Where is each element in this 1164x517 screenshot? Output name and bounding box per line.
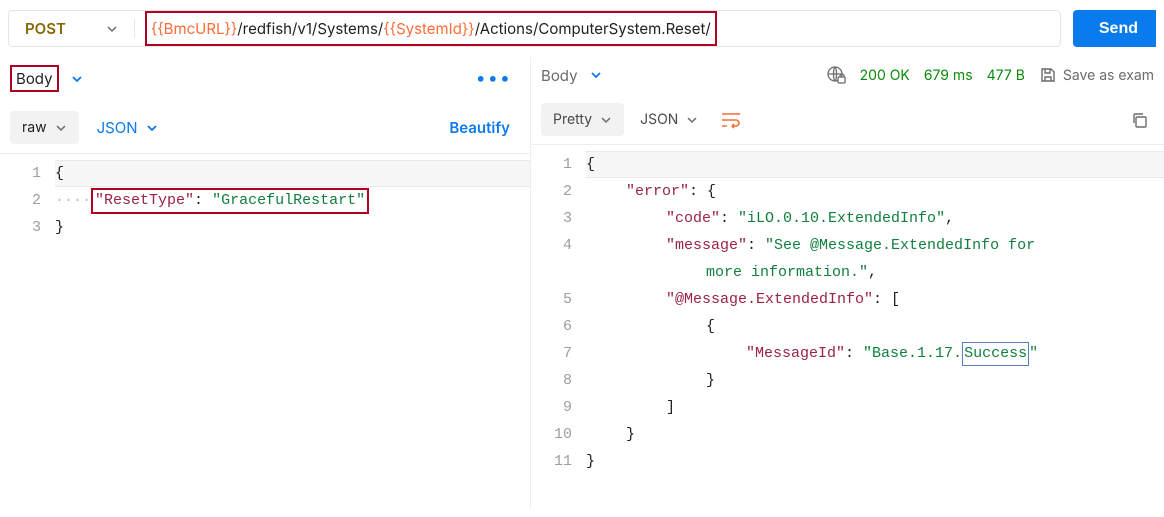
line-number: 3	[0, 214, 41, 241]
line-number: 1	[0, 160, 41, 187]
response-lang-select[interactable]: JSON	[636, 103, 702, 136]
save-label: Save as exam	[1063, 67, 1154, 84]
beautify-button[interactable]: Beautify	[449, 118, 520, 137]
save-as-example-button[interactable]: Save as exam	[1039, 66, 1154, 84]
chevron-down-icon	[55, 122, 67, 134]
url-path-2: /Actions/ComputerSystem.Reset/	[475, 19, 711, 38]
code-area[interactable]: { "error": { "code": "iLO.0.10.ExtendedI…	[586, 145, 1164, 508]
http-method-select[interactable]: POST	[9, 11, 134, 46]
copy-icon[interactable]	[1130, 110, 1154, 128]
success-highlight: Success	[962, 342, 1029, 366]
response-body-editor[interactable]: 1 2 3 4 5 6 7 8 9 10 11 { "error": { "co…	[531, 144, 1164, 508]
code-area[interactable]: { ····"ResetType": "GracefulRestart" }	[55, 154, 530, 508]
url-var-bmc: {{BmcURL}}	[151, 19, 237, 38]
tab-body[interactable]: Body	[541, 66, 578, 85]
body-lang-select[interactable]: JSON	[91, 110, 164, 145]
line-number: 7	[531, 340, 572, 367]
body-type-label: raw	[22, 119, 47, 136]
request-panel: Body ••• raw JSON Beautify 1 2 3	[0, 57, 530, 508]
request-body-editor[interactable]: 1 2 3 { ····"ResetType": "GracefulRestar…	[0, 153, 530, 508]
response-time: 679 ms	[924, 67, 973, 84]
line-number: 5	[531, 286, 572, 313]
save-icon	[1039, 66, 1057, 84]
response-status: 200 OK 679 ms 477 B Save as exam	[826, 65, 1154, 85]
indent-guide: ····	[55, 192, 91, 209]
brace: }	[55, 219, 64, 236]
send-button[interactable]: Send	[1073, 10, 1156, 47]
view-mode-select[interactable]: Pretty	[541, 103, 624, 136]
request-body-toolbar: raw JSON Beautify	[0, 102, 530, 153]
request-body-highlight: "ResetType": "GracefulRestart"	[91, 188, 369, 214]
tab-body[interactable]: Body	[10, 65, 59, 92]
line-number: 8	[531, 367, 572, 394]
chevron-down-icon[interactable]	[590, 69, 602, 81]
split-columns: Body ••• raw JSON Beautify 1 2 3	[0, 57, 1164, 508]
line-gutter: 1 2 3 4 5 6 7 8 9 10 11	[531, 145, 586, 508]
http-method-label: POST	[25, 19, 66, 38]
chevron-down-icon[interactable]	[71, 73, 83, 85]
body-type-select[interactable]: raw	[10, 111, 79, 144]
chevron-down-icon	[686, 114, 698, 126]
url-highlight-box: {{BmcURL}}/redfish/v1/Systems/{{SystemId…	[145, 11, 717, 46]
line-number: 3	[531, 205, 572, 232]
request-bar: POST {{BmcURL}}/redfish/v1/Systems/{{Sys…	[0, 0, 1164, 57]
globe-lock-icon[interactable]	[826, 65, 846, 85]
response-tabs: Body 200 OK 679 ms 477 B Save as exam	[531, 57, 1164, 95]
url-var-system: {{SystemId}}	[383, 19, 474, 38]
chevron-down-icon	[600, 114, 612, 126]
response-size: 477 B	[987, 67, 1025, 84]
line-number: 2	[0, 187, 41, 214]
line-number	[531, 259, 572, 286]
more-options-icon[interactable]: •••	[476, 68, 512, 89]
response-panel: Body 200 OK 679 ms 477 B Save as exam Pr…	[530, 57, 1164, 508]
line-number: 6	[531, 313, 572, 340]
response-body-toolbar: Pretty JSON	[531, 95, 1164, 144]
response-lang-label: JSON	[640, 111, 678, 128]
line-number: 2	[531, 178, 572, 205]
status-code: 200 OK	[860, 67, 910, 84]
view-mode-label: Pretty	[553, 111, 592, 128]
line-number: 9	[531, 394, 572, 421]
brace: {	[55, 165, 64, 182]
url-input[interactable]: {{BmcURL}}/redfish/v1/Systems/{{SystemId…	[135, 11, 1060, 46]
body-lang-label: JSON	[97, 118, 138, 137]
line-number: 1	[531, 151, 572, 178]
chevron-down-icon	[146, 122, 158, 134]
chevron-down-icon	[106, 23, 118, 35]
line-wrap-icon[interactable]	[714, 104, 748, 134]
line-number: 10	[531, 421, 572, 448]
url-container: POST {{BmcURL}}/redfish/v1/Systems/{{Sys…	[8, 10, 1061, 47]
url-path-1: /redfish/v1/Systems/	[237, 19, 383, 38]
request-tabs: Body •••	[0, 57, 530, 102]
line-gutter: 1 2 3	[0, 154, 55, 508]
line-number: 4	[531, 232, 572, 259]
line-number: 11	[531, 448, 572, 475]
